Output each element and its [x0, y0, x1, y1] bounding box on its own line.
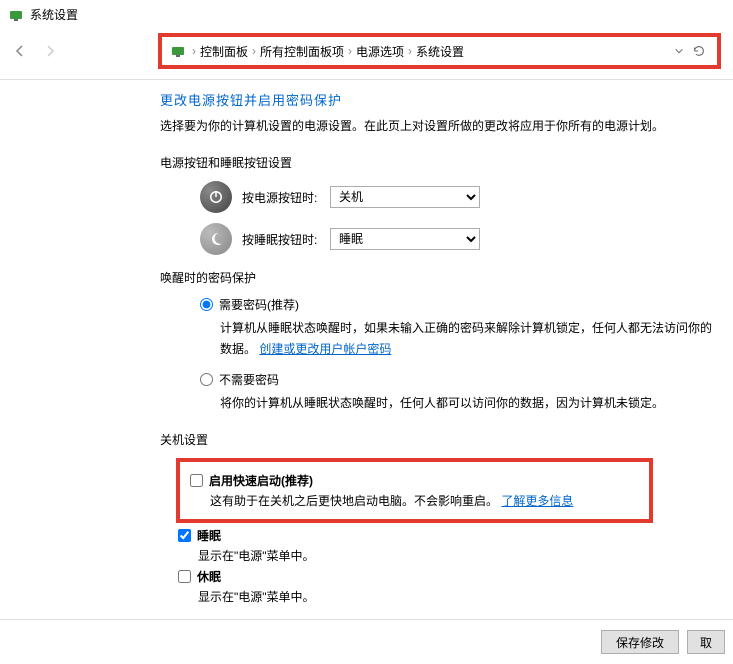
content-panel: 更改电源按钮并启用密码保护 选择要为你的计算机设置的电源设置。在此页上对设置所做…: [0, 80, 733, 619]
highlighted-fast-startup: 启用快速启动(推荐) 这有助于在关机之后更快地启动电脑。不会影响重启。 了解更多…: [176, 458, 653, 523]
control-panel-icon: [170, 43, 186, 59]
password-radio-group: 需要密码(推荐) 计算机从睡眠状态唤醒时，如果未输入正确的密码来解除计算机锁定，…: [200, 296, 713, 413]
section-title-password: 唤醒时的密码保护: [160, 269, 713, 286]
checkbox-input[interactable]: [178, 529, 191, 542]
nav-bar: › 控制面板 › 所有控制面板项 › 电源选项 › 系统设置: [0, 29, 733, 80]
section-title-shutdown: 关机设置: [160, 431, 713, 448]
chevron-right-icon: ›: [252, 44, 256, 58]
checkbox-hibernate[interactable]: 休眠 显示在"电源"菜单中。: [178, 568, 713, 605]
window-title: 系统设置: [30, 6, 78, 23]
checkbox-input[interactable]: [190, 474, 203, 487]
window-titlebar: 系统设置: [0, 0, 733, 29]
power-button-label: 按电源按钮时:: [242, 189, 320, 206]
sleep-button-row: 按睡眠按钮时: 睡眠: [200, 223, 713, 255]
cancel-button[interactable]: 取: [687, 630, 725, 654]
checkbox-sleep[interactable]: 睡眠 显示在"电源"菜单中。: [178, 527, 713, 564]
sleep-button-label: 按睡眠按钮时:: [242, 231, 320, 248]
system-settings-icon: [8, 7, 24, 23]
radio-description: 将你的计算机从睡眠状态唤醒时，任何人都可以访问你的数据，因为计算机未锁定。: [220, 393, 713, 413]
forward-button[interactable]: [38, 39, 62, 63]
breadcrumb-item[interactable]: 所有控制面板项: [260, 43, 344, 60]
back-button[interactable]: [8, 39, 32, 63]
checkbox-description: 显示在"电源"菜单中。: [198, 588, 713, 605]
chevron-right-icon: ›: [348, 44, 352, 58]
power-button-row: 按电源按钮时: 关机: [200, 181, 713, 213]
checkbox-fast-startup[interactable]: 启用快速启动(推荐) 这有助于在关机之后更快地启动电脑。不会影响重启。 了解更多…: [190, 472, 639, 509]
refresh-icon[interactable]: [689, 41, 709, 61]
breadcrumb: › 控制面板 › 所有控制面板项 › 电源选项 › 系统设置: [192, 43, 464, 60]
radio-no-password[interactable]: 不需要密码 将你的计算机从睡眠状态唤醒时，任何人都可以访问你的数据，因为计算机未…: [200, 371, 713, 413]
chevron-right-icon: ›: [408, 44, 412, 58]
radio-input[interactable]: [200, 298, 213, 311]
learn-more-link[interactable]: 了解更多信息: [501, 494, 573, 508]
checkbox-label: 休眠: [197, 568, 221, 585]
sleep-icon: [200, 223, 232, 255]
page-description: 选择要为你的计算机设置的电源设置。在此页上对设置所做的更改将应用于你所有的电源计…: [160, 117, 713, 136]
chevron-down-icon[interactable]: [669, 41, 689, 61]
breadcrumb-item[interactable]: 控制面板: [200, 43, 248, 60]
sleep-button-select[interactable]: 睡眠: [330, 228, 480, 250]
checkbox-description: 这有助于在关机之后更快地启动电脑。不会影响重启。 了解更多信息: [210, 492, 639, 509]
checkbox-description: 显示在"电源"菜单中。: [198, 547, 713, 564]
save-button[interactable]: 保存修改: [601, 630, 679, 654]
checkbox-label: 睡眠: [197, 527, 221, 544]
breadcrumb-bar: › 控制面板 › 所有控制面板项 › 电源选项 › 系统设置: [158, 33, 721, 69]
create-password-link[interactable]: 创建或更改用户帐户密码: [259, 342, 391, 356]
breadcrumb-item[interactable]: 电源选项: [356, 43, 404, 60]
footer-bar: 保存修改 取: [0, 619, 733, 664]
radio-require-password[interactable]: 需要密码(推荐) 计算机从睡眠状态唤醒时，如果未输入正确的密码来解除计算机锁定，…: [200, 296, 713, 359]
checkbox-input[interactable]: [178, 570, 191, 583]
power-button-select[interactable]: 关机: [330, 186, 480, 208]
chevron-right-icon: ›: [192, 44, 196, 58]
radio-label: 不需要密码: [219, 371, 279, 388]
radio-label: 需要密码(推荐): [219, 296, 299, 313]
section-title-buttons: 电源按钮和睡眠按钮设置: [160, 154, 713, 171]
breadcrumb-item[interactable]: 系统设置: [416, 43, 464, 60]
checkbox-label: 启用快速启动(推荐): [209, 472, 313, 489]
obscured-link[interactable]: 更改电源按钮并启用密码保护: [160, 90, 713, 109]
power-icon: [200, 181, 232, 213]
radio-input[interactable]: [200, 373, 213, 386]
radio-description: 计算机从睡眠状态唤醒时，如果未输入正确的密码来解除计算机锁定，任何人都无法访问你…: [220, 318, 713, 359]
